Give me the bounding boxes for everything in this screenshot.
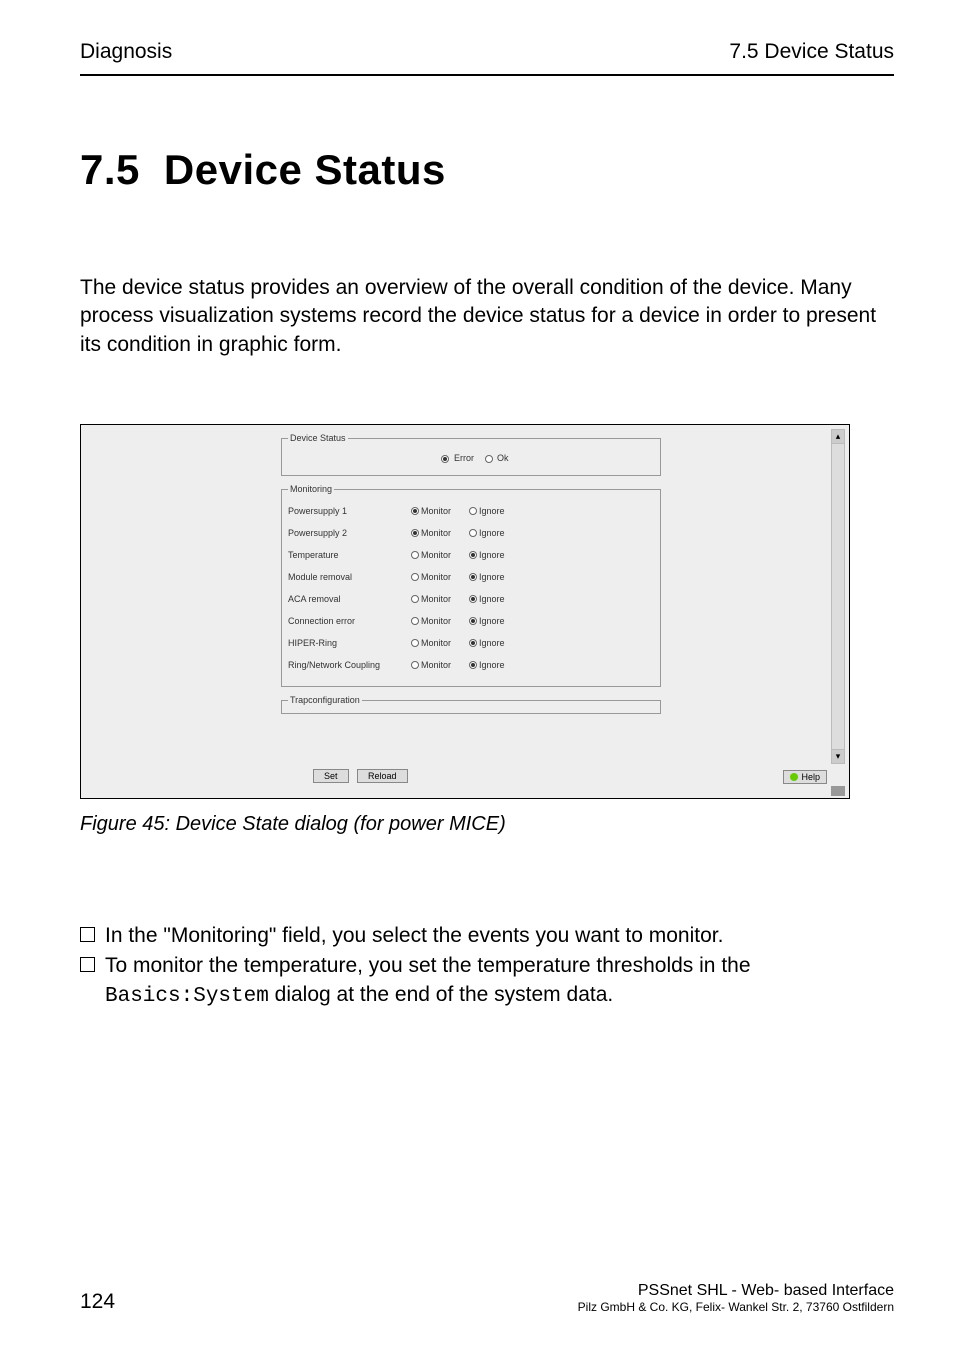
figure-45: ▴ ▾ Device Status Error Ok Monitoring Po…: [80, 424, 894, 836]
monitor-label: Monitor: [421, 506, 451, 516]
checklist-item-1: In the "Monitoring" field, you select th…: [105, 922, 723, 950]
ignore-label: Ignore: [479, 572, 505, 582]
monitoring-group: Monitoring Powersupply 1MonitorIgnorePow…: [281, 484, 661, 687]
ignore-label: Ignore: [479, 638, 505, 648]
page-footer: 124 PSSnet SHL - Web- based Interface Pi…: [80, 1282, 894, 1314]
footer-address: Pilz GmbH & Co. KG, Felix- Wankel Str. 2…: [578, 1300, 894, 1314]
ignore-label: Ignore: [479, 550, 505, 560]
monitor-label: Monitor: [421, 594, 451, 604]
ignore-label: Ignore: [479, 616, 505, 626]
monitoring-row-label: Connection error: [288, 616, 403, 626]
monitor-label: Monitor: [421, 638, 451, 648]
ignore-radio[interactable]: [469, 529, 477, 537]
trapconfig-legend: Trapconfiguration: [288, 695, 362, 705]
device-status-group: Device Status Error Ok: [281, 433, 661, 476]
status-ok-radio[interactable]: [485, 455, 493, 463]
status-ok-label: Ok: [497, 453, 509, 463]
checklist-box-1: [80, 927, 95, 942]
ignore-radio[interactable]: [469, 617, 477, 625]
help-button[interactable]: Help: [783, 770, 827, 784]
help-icon: [790, 773, 798, 781]
checklist-item-2: To monitor the temperature, you set the …: [105, 952, 751, 1011]
header-right: 7.5 Device Status: [729, 40, 894, 64]
footer-title: PSSnet SHL - Web- based Interface: [578, 1282, 894, 1300]
checklist-item-2-code: Basics:System: [105, 985, 269, 1008]
heading-text: Device Status: [164, 146, 446, 193]
monitoring-row-label: Powersupply 1: [288, 506, 403, 516]
ignore-radio[interactable]: [469, 639, 477, 647]
set-button[interactable]: Set: [313, 769, 349, 783]
resize-grip-icon[interactable]: [831, 786, 845, 796]
ignore-label: Ignore: [479, 660, 505, 670]
monitoring-row: Powersupply 1 Monitor Ignore: [288, 500, 654, 522]
ignore-label: Ignore: [479, 594, 505, 604]
monitoring-row-label: Module removal: [288, 572, 403, 582]
ignore-radio[interactable]: [469, 507, 477, 515]
monitor-label: Monitor: [421, 616, 451, 626]
scrollbar[interactable]: ▴ ▾: [831, 429, 845, 764]
checklist-box-2: [80, 957, 95, 972]
monitoring-row-label: Temperature: [288, 550, 403, 560]
header-rule: [80, 74, 894, 76]
ignore-radio[interactable]: [469, 551, 477, 559]
page-number: 124: [80, 1290, 115, 1314]
figure-caption: Figure 45: Device State dialog (for powe…: [80, 813, 894, 836]
monitoring-row-label: Ring/Network Coupling: [288, 660, 403, 670]
checklist: In the "Monitoring" field, you select th…: [80, 922, 894, 1011]
monitoring-row: Powersupply 2 Monitor Ignore: [288, 522, 654, 544]
monitoring-row-label: ACA removal: [288, 594, 403, 604]
monitor-label: Monitor: [421, 550, 451, 560]
monitor-radio[interactable]: [411, 617, 419, 625]
monitoring-row: Ring/Network Coupling Monitor Ignore: [288, 654, 654, 676]
monitor-label: Monitor: [421, 572, 451, 582]
monitor-label: Monitor: [421, 660, 451, 670]
device-state-dialog: ▴ ▾ Device Status Error Ok Monitoring Po…: [80, 424, 850, 799]
monitor-radio[interactable]: [411, 661, 419, 669]
monitor-label: Monitor: [421, 528, 451, 538]
help-label: Help: [801, 772, 820, 782]
monitor-radio[interactable]: [411, 595, 419, 603]
monitor-radio[interactable]: [411, 551, 419, 559]
intro-paragraph: The device status provides an overview o…: [80, 274, 894, 359]
ignore-label: Ignore: [479, 528, 505, 538]
reload-button[interactable]: Reload: [357, 769, 408, 783]
heading-number: 7.5: [80, 146, 140, 194]
scroll-down-icon[interactable]: ▾: [832, 749, 844, 763]
scroll-up-icon[interactable]: ▴: [832, 430, 844, 444]
page-title: 7.5 Device Status: [80, 146, 894, 194]
trapconfig-group: Trapconfiguration: [281, 695, 661, 714]
ignore-radio[interactable]: [469, 595, 477, 603]
monitoring-legend: Monitoring: [288, 484, 334, 494]
monitoring-row-label: HIPER-Ring: [288, 638, 403, 648]
monitoring-row: ACA removal Monitor Ignore: [288, 588, 654, 610]
status-error-radio[interactable]: [441, 455, 449, 463]
header-left: Diagnosis: [80, 40, 172, 64]
monitor-radio[interactable]: [411, 507, 419, 515]
monitor-radio[interactable]: [411, 639, 419, 647]
monitoring-row: Connection error Monitor Ignore: [288, 610, 654, 632]
ignore-radio[interactable]: [469, 573, 477, 581]
monitoring-row: Temperature Monitor Ignore: [288, 544, 654, 566]
monitoring-row: Module removal Monitor Ignore: [288, 566, 654, 588]
dialog-button-row: Set Reload: [313, 766, 412, 784]
status-error-label: Error: [454, 453, 474, 463]
ignore-radio[interactable]: [469, 661, 477, 669]
monitor-radio[interactable]: [411, 573, 419, 581]
device-status-legend: Device Status: [288, 433, 348, 443]
monitoring-row-label: Powersupply 2: [288, 528, 403, 538]
checklist-item-2b: dialog at the end of the system data.: [269, 983, 613, 1006]
checklist-item-2a: To monitor the temperature, you set the …: [105, 954, 751, 977]
monitor-radio[interactable]: [411, 529, 419, 537]
ignore-label: Ignore: [479, 506, 505, 516]
monitoring-row: HIPER-Ring Monitor Ignore: [288, 632, 654, 654]
